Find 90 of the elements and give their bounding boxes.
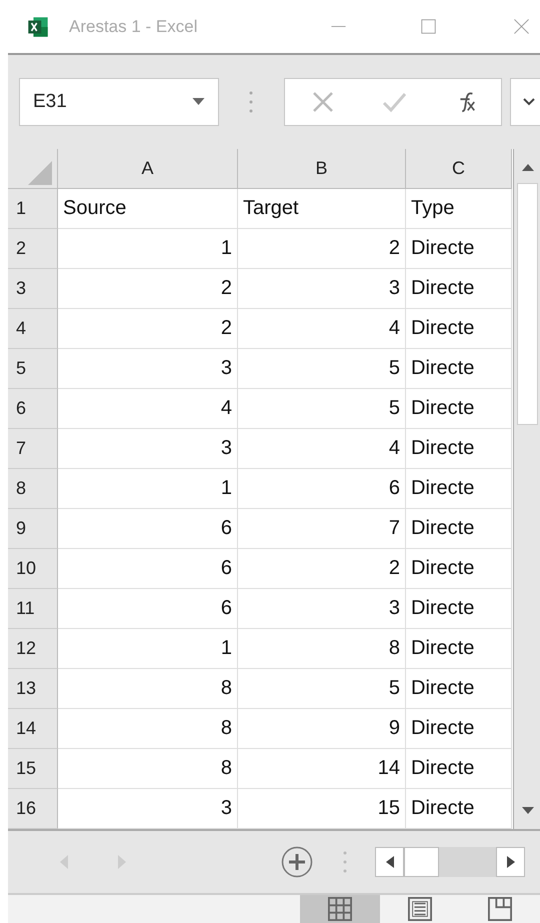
table-cell: 5: [238, 389, 406, 429]
row-header[interactable]: 4: [8, 309, 58, 349]
scroll-thumb[interactable]: [517, 183, 538, 425]
table-cell: Directe: [406, 589, 512, 629]
row-header[interactable]: 2: [8, 229, 58, 269]
table-cell: 1: [58, 229, 238, 269]
table-cell: 5: [238, 349, 406, 389]
table-cell: Directe: [406, 749, 512, 789]
column-header[interactable]: C: [406, 149, 512, 189]
table-cell: Directe: [406, 509, 512, 549]
table-cell: 8: [238, 629, 406, 669]
table-cell: 2: [238, 229, 406, 269]
row-header[interactable]: 12: [8, 629, 58, 669]
row-header[interactable]: 9: [8, 509, 58, 549]
drag-handle-icon[interactable]: [343, 850, 347, 874]
table-cell: 4: [238, 309, 406, 349]
drag-handle-icon[interactable]: [249, 90, 253, 114]
table-cell: 3: [58, 349, 238, 389]
table-cell: 5: [238, 669, 406, 709]
table-cell: 15: [238, 789, 406, 829]
table-cell: Source: [58, 189, 238, 229]
table-cell: Directe: [406, 269, 512, 309]
table-cell: 14: [238, 749, 406, 789]
table-cell: 2: [238, 549, 406, 589]
table-cell: 7: [238, 509, 406, 549]
row-header[interactable]: 8: [8, 469, 58, 509]
table-cell: 1: [58, 469, 238, 509]
table-cell: Directe: [406, 629, 512, 669]
table-cell: Directe: [406, 789, 512, 829]
table-cell: 4: [58, 389, 238, 429]
table-cell: Directe: [406, 429, 512, 469]
table-cell: 3: [58, 429, 238, 469]
column-header[interactable]: A: [58, 149, 238, 189]
scroll-down-icon[interactable]: [520, 807, 534, 815]
table-cell: 4: [238, 429, 406, 469]
page-icon[interactable]: [408, 897, 432, 921]
maximize-icon[interactable]: [420, 18, 437, 35]
scroll-thumb[interactable]: [404, 847, 439, 877]
table-cell: 8: [58, 669, 238, 709]
table-cell: Directe: [406, 389, 512, 429]
table-cell: 8: [58, 749, 238, 789]
table-cell: 3: [58, 789, 238, 829]
row-header[interactable]: 3: [8, 269, 58, 309]
page-break-icon[interactable]: [488, 897, 512, 921]
table-cell: 2: [58, 269, 238, 309]
table-cell: Directe: [406, 349, 512, 389]
window-title: Arestas 1 - Excel: [69, 16, 198, 36]
column-header[interactable]: B: [238, 149, 406, 189]
table-cell: 6: [58, 549, 238, 589]
row-header[interactable]: 10: [8, 549, 58, 589]
scroll-up-icon[interactable]: [520, 163, 534, 171]
row-header[interactable]: 7: [8, 429, 58, 469]
excel-logo-icon: [27, 16, 49, 38]
table-cell: 8: [58, 709, 238, 749]
close-icon[interactable]: [513, 18, 530, 35]
table-cell: 3: [238, 589, 406, 629]
table-cell: Directe: [406, 469, 512, 509]
table-cell: 6: [58, 589, 238, 629]
grid-icon[interactable]: [328, 897, 352, 921]
table-cell: Directe: [406, 309, 512, 349]
table-cell: Directe: [406, 709, 512, 749]
row-header[interactable]: 16: [8, 789, 58, 829]
scroll-left-icon[interactable]: [386, 856, 394, 868]
table-cell: Target: [238, 189, 406, 229]
table-cell: 6: [58, 509, 238, 549]
cancel-icon[interactable]: [311, 90, 335, 114]
table-cell: Directe: [406, 229, 512, 269]
table-cell: Directe: [406, 549, 512, 589]
add-sheet-icon[interactable]: [281, 846, 313, 878]
chevron-down-icon[interactable]: [523, 98, 535, 106]
check-icon[interactable]: [382, 90, 406, 114]
row-header[interactable]: 5: [8, 349, 58, 389]
name-box[interactable]: E31: [19, 78, 219, 126]
table-cell: 6: [238, 469, 406, 509]
scroll-right-icon[interactable]: [506, 856, 514, 868]
vertical-scrollbar[interactable]: [514, 149, 540, 829]
row-header[interactable]: 14: [8, 709, 58, 749]
normal-view-button[interactable]: [300, 895, 380, 923]
table-cell: Directe: [406, 669, 512, 709]
row-header[interactable]: 1: [8, 189, 58, 229]
row-header[interactable]: 6: [8, 389, 58, 429]
table-cell: Type: [406, 189, 512, 229]
row-header[interactable]: 11: [8, 589, 58, 629]
table-cell: 1: [58, 629, 238, 669]
row-header[interactable]: 13: [8, 669, 58, 709]
table-cell: 3: [238, 269, 406, 309]
row-header[interactable]: 15: [8, 749, 58, 789]
table-cell: 9: [238, 709, 406, 749]
horizontal-scrollbar[interactable]: [375, 847, 525, 877]
table-cell: 2: [58, 309, 238, 349]
